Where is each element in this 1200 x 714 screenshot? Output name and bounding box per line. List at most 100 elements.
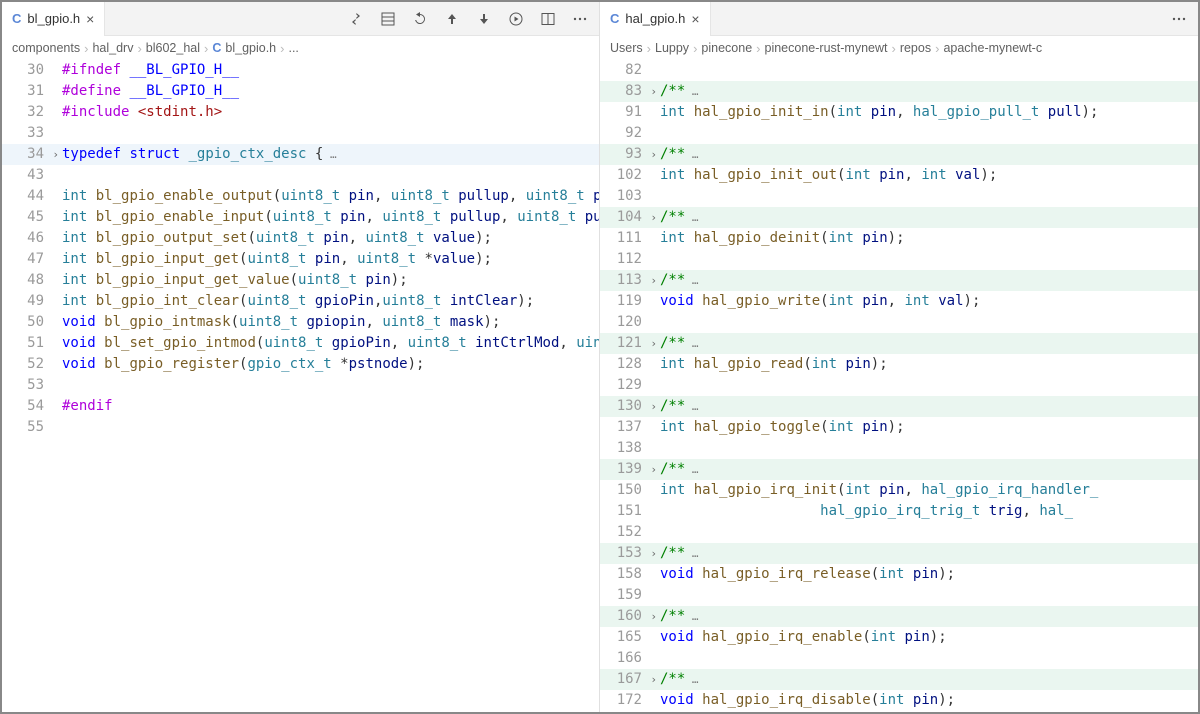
code-line[interactable]: 43: [2, 165, 599, 186]
code-line[interactable]: 103: [600, 186, 1198, 207]
code-line[interactable]: 129: [600, 375, 1198, 396]
more-actions-icon[interactable]: [1170, 10, 1188, 28]
code-line[interactable]: 158void hal_gpio_irq_release(int pin);: [600, 564, 1198, 585]
line-number: 165: [600, 627, 660, 648]
code-content: [660, 123, 1198, 144]
code-line[interactable]: 130›/** …: [600, 396, 1198, 417]
code-line[interactable]: 54#endif: [2, 396, 599, 417]
code-line[interactable]: 153›/** …: [600, 543, 1198, 564]
crumb[interactable]: bl_gpio.h: [225, 41, 276, 55]
code-line[interactable]: 45int bl_gpio_enable_input(uint8_t pin, …: [2, 207, 599, 228]
crumb[interactable]: bl602_hal: [146, 41, 200, 55]
code-content: [660, 312, 1198, 333]
crumb[interactable]: Users: [610, 41, 643, 55]
prev-change-icon[interactable]: [443, 10, 461, 28]
code-line[interactable]: 111int hal_gpio_deinit(int pin);: [600, 228, 1198, 249]
code-line[interactable]: 137int hal_gpio_toggle(int pin);: [600, 417, 1198, 438]
run-icon[interactable]: [507, 10, 525, 28]
code-line[interactable]: 128int hal_gpio_read(int pin);: [600, 354, 1198, 375]
diff-icon[interactable]: [379, 10, 397, 28]
code-line[interactable]: 49int bl_gpio_int_clear(uint8_t gpioPin,…: [2, 291, 599, 312]
code-line[interactable]: 46int bl_gpio_output_set(uint8_t pin, ui…: [2, 228, 599, 249]
code-line[interactable]: 44int bl_gpio_enable_output(uint8_t pin,…: [2, 186, 599, 207]
fold-chevron-icon[interactable]: ›: [650, 606, 657, 627]
tab-hal-gpio[interactable]: C hal_gpio.h ×: [600, 2, 711, 36]
line-number: 151: [600, 501, 660, 522]
code-editor-right[interactable]: 8283›/** …91int hal_gpio_init_in(int pin…: [600, 60, 1198, 712]
fold-chevron-icon[interactable]: ›: [650, 543, 657, 564]
code-line[interactable]: 167›/** …: [600, 669, 1198, 690]
code-line[interactable]: 120: [600, 312, 1198, 333]
code-line[interactable]: 82: [600, 60, 1198, 81]
crumb[interactable]: ...: [288, 41, 298, 55]
code-line[interactable]: 112: [600, 249, 1198, 270]
code-line[interactable]: 32#include <stdint.h>: [2, 102, 599, 123]
more-actions-icon[interactable]: [571, 10, 589, 28]
code-line[interactable]: 51void bl_set_gpio_intmod(uint8_t gpioPi…: [2, 333, 599, 354]
breadcrumb-right[interactable]: Users› Luppy› pinecone› pinecone-rust-my…: [600, 36, 1198, 60]
line-number: 103: [600, 186, 660, 207]
code-line[interactable]: 30#ifndef __BL_GPIO_H__: [2, 60, 599, 81]
crumb[interactable]: pinecone-rust-mynewt: [765, 41, 888, 55]
fold-chevron-icon[interactable]: ›: [650, 333, 657, 354]
crumb[interactable]: repos: [900, 41, 931, 55]
revert-icon[interactable]: [411, 10, 429, 28]
next-change-icon[interactable]: [475, 10, 493, 28]
code-line[interactable]: 121›/** …: [600, 333, 1198, 354]
code-line[interactable]: 119void hal_gpio_write(int pin, int val)…: [600, 291, 1198, 312]
chevron-right-icon: ›: [647, 41, 651, 56]
code-line[interactable]: 159: [600, 585, 1198, 606]
code-line[interactable]: 50void bl_gpio_intmask(uint8_t gpiopin, …: [2, 312, 599, 333]
code-line[interactable]: 34›typedef struct _gpio_ctx_desc { …: [2, 144, 599, 165]
crumb[interactable]: pinecone: [701, 41, 752, 55]
close-icon[interactable]: ×: [86, 12, 94, 26]
code-line[interactable]: 52void bl_gpio_register(gpio_ctx_t *pstn…: [2, 354, 599, 375]
crumb[interactable]: components: [12, 41, 80, 55]
fold-chevron-icon[interactable]: ›: [650, 669, 657, 690]
code-line[interactable]: 92: [600, 123, 1198, 144]
file-lang-icon: C: [610, 11, 619, 26]
fold-chevron-icon[interactable]: ›: [650, 459, 657, 480]
code-line[interactable]: 151 hal_gpio_irq_trig_t trig, hal_: [600, 501, 1198, 522]
code-content: void hal_gpio_write(int pin, int val);: [660, 291, 1198, 312]
fold-chevron-icon[interactable]: ›: [650, 144, 657, 165]
code-line[interactable]: 138: [600, 438, 1198, 459]
tab-bl-gpio[interactable]: C bl_gpio.h ×: [2, 2, 105, 36]
code-line[interactable]: 83›/** …: [600, 81, 1198, 102]
code-line[interactable]: 166: [600, 648, 1198, 669]
code-line[interactable]: 47int bl_gpio_input_get(uint8_t pin, uin…: [2, 249, 599, 270]
code-line[interactable]: 93›/** …: [600, 144, 1198, 165]
code-line[interactable]: 150int hal_gpio_irq_init(int pin, hal_gp…: [600, 480, 1198, 501]
fold-chevron-icon[interactable]: ›: [650, 81, 657, 102]
code-line[interactable]: 31#define __BL_GPIO_H__: [2, 81, 599, 102]
code-line[interactable]: 53: [2, 375, 599, 396]
code-line[interactable]: 33: [2, 123, 599, 144]
breadcrumb-left[interactable]: components› hal_drv› bl602_hal› C bl_gpi…: [2, 36, 599, 60]
split-editor-icon[interactable]: [539, 10, 557, 28]
code-line[interactable]: 160›/** …: [600, 606, 1198, 627]
compare-icon[interactable]: [347, 10, 365, 28]
code-line[interactable]: 104›/** …: [600, 207, 1198, 228]
code-line[interactable]: 91int hal_gpio_init_in(int pin, hal_gpio…: [600, 102, 1198, 123]
fold-chevron-icon[interactable]: ›: [650, 270, 657, 291]
code-line[interactable]: 172void hal_gpio_irq_disable(int pin);: [600, 690, 1198, 711]
crumb[interactable]: Luppy: [655, 41, 689, 55]
code-line[interactable]: 113›/** …: [600, 270, 1198, 291]
code-content: int hal_gpio_init_in(int pin, hal_gpio_p…: [660, 102, 1198, 123]
crumb[interactable]: hal_drv: [92, 41, 133, 55]
code-editor-left[interactable]: 30#ifndef __BL_GPIO_H__31#define __BL_GP…: [2, 60, 599, 712]
code-line[interactable]: 139›/** …: [600, 459, 1198, 480]
code-line[interactable]: 48int bl_gpio_input_get_value(uint8_t pi…: [2, 270, 599, 291]
code-content: /** …: [660, 669, 1198, 690]
code-line[interactable]: 102int hal_gpio_init_out(int pin, int va…: [600, 165, 1198, 186]
crumb[interactable]: apache-mynewt-c: [943, 41, 1042, 55]
code-line[interactable]: 152: [600, 522, 1198, 543]
fold-chevron-icon[interactable]: ›: [52, 144, 59, 165]
code-line[interactable]: 165void hal_gpio_irq_enable(int pin);: [600, 627, 1198, 648]
line-number: 172: [600, 690, 660, 711]
code-line[interactable]: 55: [2, 417, 599, 438]
close-icon[interactable]: ×: [691, 12, 699, 26]
code-content: void bl_gpio_register(gpio_ctx_t *pstnod…: [62, 354, 599, 375]
fold-chevron-icon[interactable]: ›: [650, 207, 657, 228]
fold-chevron-icon[interactable]: ›: [650, 396, 657, 417]
